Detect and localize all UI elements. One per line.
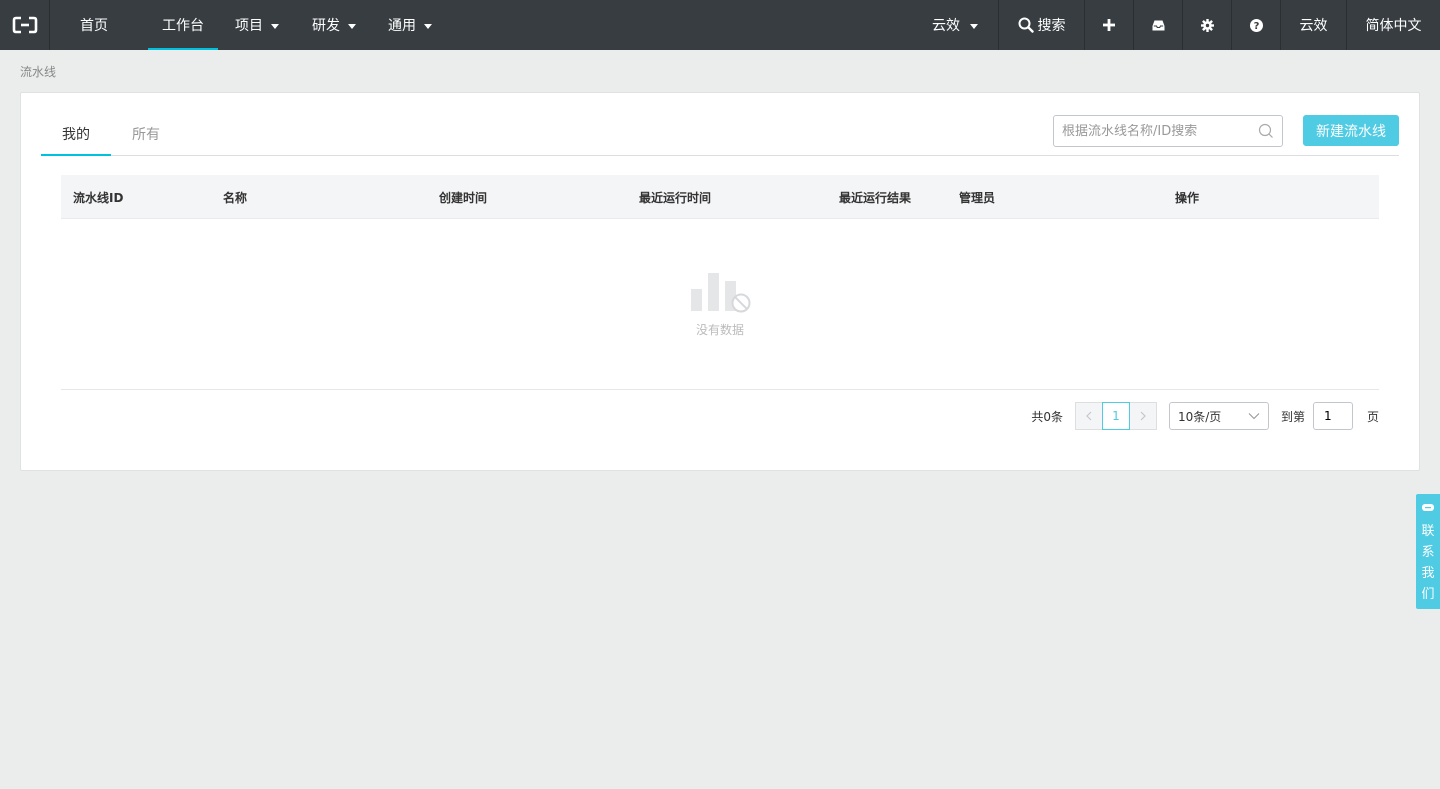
search-label: 搜索 [1037,18,1066,34]
column-header[interactable]: 最近运行结果 [839,189,911,206]
caret-down-icon [348,23,356,29]
no-data-icon [691,273,751,313]
pagination: 共0条 1 10条/页 到第 页 [1031,402,1379,430]
column-header[interactable]: 最近运行时间 [639,189,711,206]
empty-state: 没有数据 [61,271,1379,338]
nav-general-label: 通用 [388,18,416,34]
nav-dev[interactable]: 研发 [296,0,372,50]
contact-us-button[interactable]: 联系我们 [1416,494,1440,609]
column-header[interactable]: 创建时间 [439,189,487,206]
next-page-button[interactable] [1128,402,1157,430]
nav-workbench[interactable]: 工作台 [148,0,218,50]
tab-all[interactable]: 所有 [111,117,181,155]
top-navbar: 首页 工作台 项目 研发 通用 云效 搜索 ? 云效 简体中文 [0,0,1440,50]
page-size-value: 10条/页 [1177,409,1222,424]
empty-text: 没有数据 [695,323,744,337]
caret-down-icon [970,23,978,29]
brand-link[interactable]: 云效 [1280,0,1346,50]
svg-text:?: ? [1253,21,1259,32]
brand-label: 云效 [1299,18,1328,34]
chevron-left-icon [1086,411,1092,421]
breadcrumb-item[interactable]: 流水线 [20,65,56,79]
nav-general[interactable]: 通用 [372,0,448,50]
page-unit-label: 页 [1366,409,1379,424]
contact-us-label: 联系我们 [1421,524,1435,602]
pipeline-search [1053,115,1283,147]
language-label: 简体中文 [1365,18,1422,34]
gear-icon [1200,18,1214,32]
help-button[interactable]: ? [1231,0,1280,50]
inbox-button[interactable] [1133,0,1182,50]
settings-button[interactable] [1182,0,1231,50]
language-selector[interactable]: 简体中文 [1346,0,1440,50]
breadcrumb: 流水线 [20,63,56,80]
goto-page-input[interactable] [1312,402,1353,430]
search-icon [1018,17,1034,33]
page-number[interactable]: 1 [1101,402,1130,430]
org-selector[interactable]: 云效 [932,0,998,50]
nav-workbench-label: 工作台 [162,18,204,34]
prev-page-button[interactable] [1074,402,1103,430]
pipeline-table: 流水线ID 名称 创建时间 最近运行时间 最近运行结果 管理员 操作 没有数据 [61,175,1379,390]
column-header[interactable]: 流水线ID [73,189,123,206]
tab-mine[interactable]: 我的 [41,117,111,156]
logo-icon[interactable] [0,0,50,50]
nav-projects-label: 项目 [235,18,263,34]
tab-mine-label: 我的 [62,127,90,143]
new-pipeline-button[interactable]: 新建流水线 [1303,115,1399,146]
chevron-down-icon [1248,413,1260,420]
question-icon: ? [1249,18,1263,32]
table-body: 没有数据 [61,219,1379,390]
search-icon[interactable] [1258,123,1274,139]
table-header: 流水线ID 名称 创建时间 最近运行时间 最近运行结果 管理员 操作 [61,175,1379,219]
nav-home[interactable]: 首页 [50,0,138,50]
chat-icon [1422,504,1434,511]
pipeline-search-input[interactable] [1062,123,1258,139]
caret-down-icon [271,23,279,29]
tab-all-label: 所有 [132,127,160,143]
page-size-select[interactable]: 10条/页 [1168,402,1269,430]
nav-projects[interactable]: 项目 [218,0,296,50]
org-label: 云效 [932,18,960,34]
column-header[interactable]: 操作 [1175,189,1199,206]
inbox-icon [1152,20,1164,30]
nav-dev-label: 研发 [312,18,340,34]
caret-down-icon [424,23,432,29]
global-search-button[interactable]: 搜索 [998,0,1084,50]
pipeline-card: 我的 所有 新建流水线 流水线ID 名称 创建时间 最近运行时间 最近运行结果 … [20,92,1420,471]
column-header[interactable]: 管理员 [959,189,995,206]
add-button[interactable] [1084,0,1133,50]
goto-label: 到第 [1280,409,1305,424]
total-count: 共0条 [1031,409,1063,424]
chevron-right-icon [1140,411,1146,421]
plus-icon [1103,19,1115,31]
column-header[interactable]: 名称 [223,189,247,206]
nav-home-label: 首页 [80,18,108,34]
